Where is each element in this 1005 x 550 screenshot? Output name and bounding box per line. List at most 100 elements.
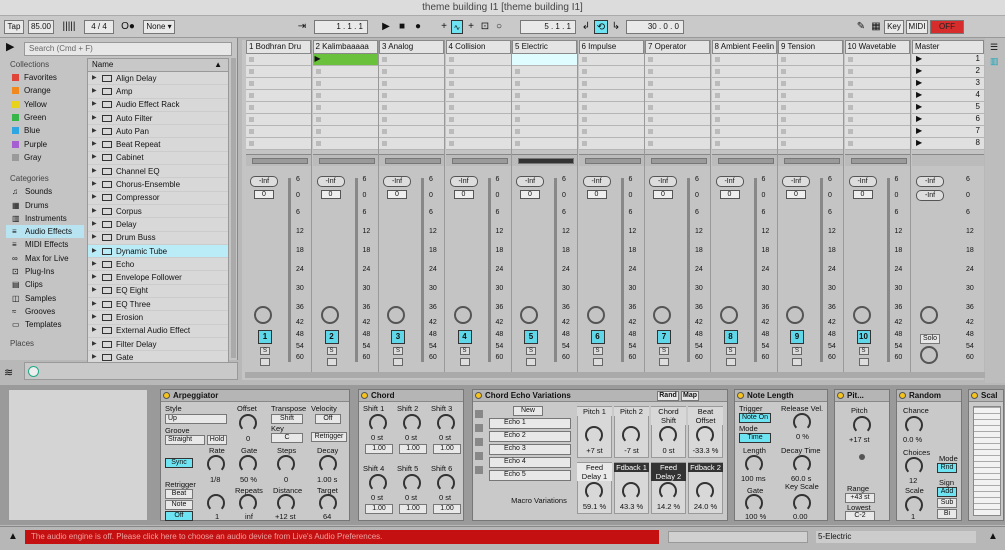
volume-fader[interactable] [753, 178, 757, 362]
clip-slot[interactable] [844, 78, 910, 90]
track-stop[interactable] [711, 154, 777, 166]
power-icon[interactable] [971, 392, 978, 399]
volume-fader[interactable] [487, 178, 491, 362]
browser-scrollbar[interactable] [231, 58, 236, 358]
clip-slot[interactable] [645, 78, 710, 90]
shift-knob[interactable] [437, 414, 455, 432]
clip-slot[interactable] [578, 114, 644, 126]
stop-clips-icon[interactable] [252, 158, 308, 164]
track-stop[interactable] [445, 154, 511, 166]
track-stop[interactable] [246, 154, 311, 166]
punch-out-icon[interactable]: ↳ [610, 20, 622, 34]
pan-knob[interactable] [453, 306, 472, 324]
clip-slot[interactable] [711, 78, 777, 90]
style-select[interactable]: Up [165, 414, 227, 424]
volume-fader[interactable] [820, 178, 823, 362]
clip-slot[interactable] [246, 102, 311, 114]
clip-slot[interactable] [645, 66, 710, 78]
clip-slot[interactable] [711, 66, 777, 78]
clip-slot[interactable] [578, 102, 644, 114]
collection-item[interactable]: Yellow [6, 98, 84, 111]
category-item[interactable]: ∞ Max for Live [6, 252, 84, 265]
follow-icon[interactable]: ⇥ [294, 20, 310, 34]
scene-slot[interactable]: ▶ 3 [912, 78, 984, 90]
expand-icon[interactable]: ▶ [92, 258, 98, 271]
volume-fader[interactable] [886, 178, 890, 362]
clip-slot[interactable] [578, 66, 644, 78]
gate-knob[interactable] [745, 494, 763, 512]
clip-slot[interactable] [445, 114, 511, 126]
shift-knob[interactable] [437, 474, 455, 492]
add-button[interactable]: Add [937, 487, 957, 497]
pan-knob[interactable] [719, 306, 738, 324]
track-header[interactable]: 7 Operator [645, 40, 710, 54]
volume-field[interactable]: 0 [453, 190, 474, 199]
macro-knob[interactable] [585, 482, 603, 500]
list-item[interactable]: ▶ Channel EQ [88, 165, 228, 179]
expand-icon[interactable]: ▶ [92, 218, 98, 231]
clip-slot[interactable] [645, 54, 710, 66]
power-icon[interactable] [899, 392, 906, 399]
automation-icon[interactable]: ∿ [451, 20, 463, 34]
meter-field[interactable]: 4 / 4 [84, 20, 114, 34]
clip-slot[interactable] [778, 90, 843, 102]
sub-button[interactable]: Sub [937, 498, 957, 508]
volume-field[interactable]: 0 [520, 190, 540, 199]
clip-slot[interactable] [711, 54, 777, 66]
clip-slot[interactable] [379, 90, 444, 102]
arm-button[interactable] [326, 358, 337, 366]
cue-knob[interactable] [920, 346, 938, 364]
clip-slot[interactable] [844, 66, 910, 78]
list-item[interactable]: ▶ Corpus [88, 205, 228, 219]
clip-slot[interactable] [578, 90, 644, 102]
clip-slot[interactable] [578, 138, 644, 150]
target-knob[interactable] [319, 494, 337, 512]
category-item[interactable]: ▭ Templates [6, 318, 84, 331]
clip-play-icon[interactable]: ▶ [315, 54, 321, 63]
lowest-field[interactable]: C-2 [845, 511, 875, 521]
note-button[interactable]: Note [165, 500, 193, 510]
category-item[interactable]: ≡ MIDI Effects [6, 238, 84, 251]
clip-slot[interactable] [512, 126, 577, 138]
key-map-button[interactable]: Key [884, 20, 904, 34]
clip-slot[interactable] [711, 114, 777, 126]
clip-slot[interactable] [246, 114, 311, 126]
expand-icon[interactable]: ▶ [92, 338, 98, 351]
loop-start-field[interactable]: 5 . 1 . 1 [520, 20, 576, 34]
volume-field[interactable]: 0 [852, 190, 873, 199]
release-knob[interactable] [793, 413, 811, 431]
metronome-icon[interactable]: O● [116, 20, 140, 34]
sync-button[interactable]: Sync [165, 458, 193, 468]
collapse-icon[interactable]: ▲ [8, 531, 18, 542]
track-header[interactable]: 8 Ambient Feelin [711, 40, 777, 54]
stop-clips-icon[interactable] [584, 158, 641, 164]
loop-length-field[interactable]: 30 . 0 . 0 [626, 20, 684, 34]
stop-icon[interactable]: ■ [396, 20, 408, 34]
expand-icon[interactable]: ▶ [92, 165, 98, 178]
nudge-icon[interactable]: ||||| [58, 20, 80, 34]
session-record-icon[interactable]: ○ [493, 20, 505, 34]
velocity-field[interactable]: 1.00 [399, 504, 427, 514]
clip-slot[interactable] [645, 90, 710, 102]
clip-slot[interactable] [645, 126, 710, 138]
arm-button[interactable] [792, 358, 802, 366]
hold-button[interactable]: Hold [207, 435, 227, 445]
volume-fader[interactable] [620, 178, 624, 362]
scene-slot[interactable]: ▶ 5 [912, 102, 984, 114]
echo-variation[interactable]: Echo 3 [489, 444, 571, 455]
expand-icon[interactable]: ▶ [92, 151, 98, 164]
device-header[interactable]: Note Length [735, 390, 827, 402]
expand-icon[interactable]: ▲ [988, 531, 998, 542]
solo-button[interactable]: S [459, 347, 470, 355]
expand-icon[interactable]: ▶ [92, 271, 98, 284]
clip-slot[interactable] [379, 78, 444, 90]
clip-slot[interactable] [312, 90, 378, 102]
transpose-select[interactable]: Shift [271, 414, 303, 424]
clip-slot[interactable] [379, 66, 444, 78]
category-item[interactable]: ≈ Grooves [6, 305, 84, 318]
category-item[interactable]: ≡ Audio Effects [6, 224, 84, 239]
power-icon[interactable] [737, 392, 744, 399]
capture-icon[interactable]: ⊡ [479, 20, 491, 34]
volume-field[interactable]: 0 [719, 190, 740, 199]
clip-slot[interactable] [778, 78, 843, 90]
